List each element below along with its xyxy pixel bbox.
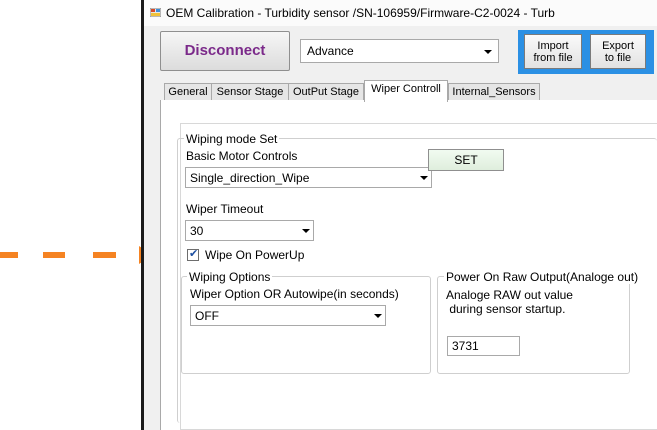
mode-select[interactable]: Advance [300,39,499,63]
disconnect-button[interactable]: Disconnect [160,31,290,71]
import-label-line-2: from file [533,52,573,64]
raw-desc-line-1: Analoge RAW out value [446,288,573,302]
wiper-option-select[interactable]: OFF [190,305,386,326]
raw-output-input[interactable]: 3731 [447,336,520,356]
tab-strip: General Sensor Stage OutPut Stage Wiper … [160,80,657,102]
checkmark-icon: ✔ [189,248,199,260]
basic-motor-label: Basic Motor Controls [186,149,298,163]
annotation-dash-2 [43,252,65,258]
set-button[interactable]: SET [428,149,504,171]
annotation-dash-1 [0,252,18,258]
app-icon [150,8,161,17]
annotation-dash-3 [93,252,116,258]
chevron-down-icon [420,176,428,180]
wipe-on-powerup-label: Wipe On PowerUp [205,248,305,262]
chevron-down-icon [374,314,382,318]
export-label-line-1: Export [602,40,634,52]
basic-motor-value: Single_direction_Wipe [190,171,310,185]
tab-internal-sensors[interactable]: Internal_Sensors [448,83,540,101]
wiping-mode-title: Wiping mode Set [184,132,280,146]
power-on-raw-title: Power On Raw Output(Analoge out) [444,270,641,284]
wiper-timeout-value: 30 [190,224,204,238]
tab-wiper-controll[interactable]: Wiper Controll [364,80,448,102]
window-title: OEM Calibration - Turbidity sensor /SN-1… [166,6,555,20]
raw-desc-line-2: during sensor startup. [446,302,566,316]
export-label-line-2: to file [604,52,632,64]
wiper-timeout-label: Wiper Timeout [186,202,264,216]
wiper-timeout-select[interactable]: 30 [185,220,314,241]
tab-sensor-stage[interactable]: Sensor Stage [211,83,289,101]
import-label-line-1: Import [537,40,569,52]
tab-general[interactable]: General [164,83,212,101]
export-to-file-button[interactable]: Export to file [590,34,646,69]
basic-motor-select[interactable]: Single_direction_Wipe [185,167,432,188]
mode-select-value: Advance [307,44,354,58]
file-actions-panel: Import from file Export to file [518,30,654,74]
wiper-option-value: OFF [195,309,219,323]
chevron-down-icon [302,229,310,233]
wiping-options-title: Wiping Options [187,270,273,284]
chevron-down-icon [484,50,492,54]
import-from-file-button[interactable]: Import from file [524,34,582,69]
tab-output-stage[interactable]: OutPut Stage [288,83,364,101]
wiper-option-label: Wiper Option OR Autowipe(in seconds) [190,287,399,301]
raw-output-value: 3731 [452,339,479,353]
title-bar[interactable]: OEM Calibration - Turbidity sensor /SN-1… [144,0,657,26]
